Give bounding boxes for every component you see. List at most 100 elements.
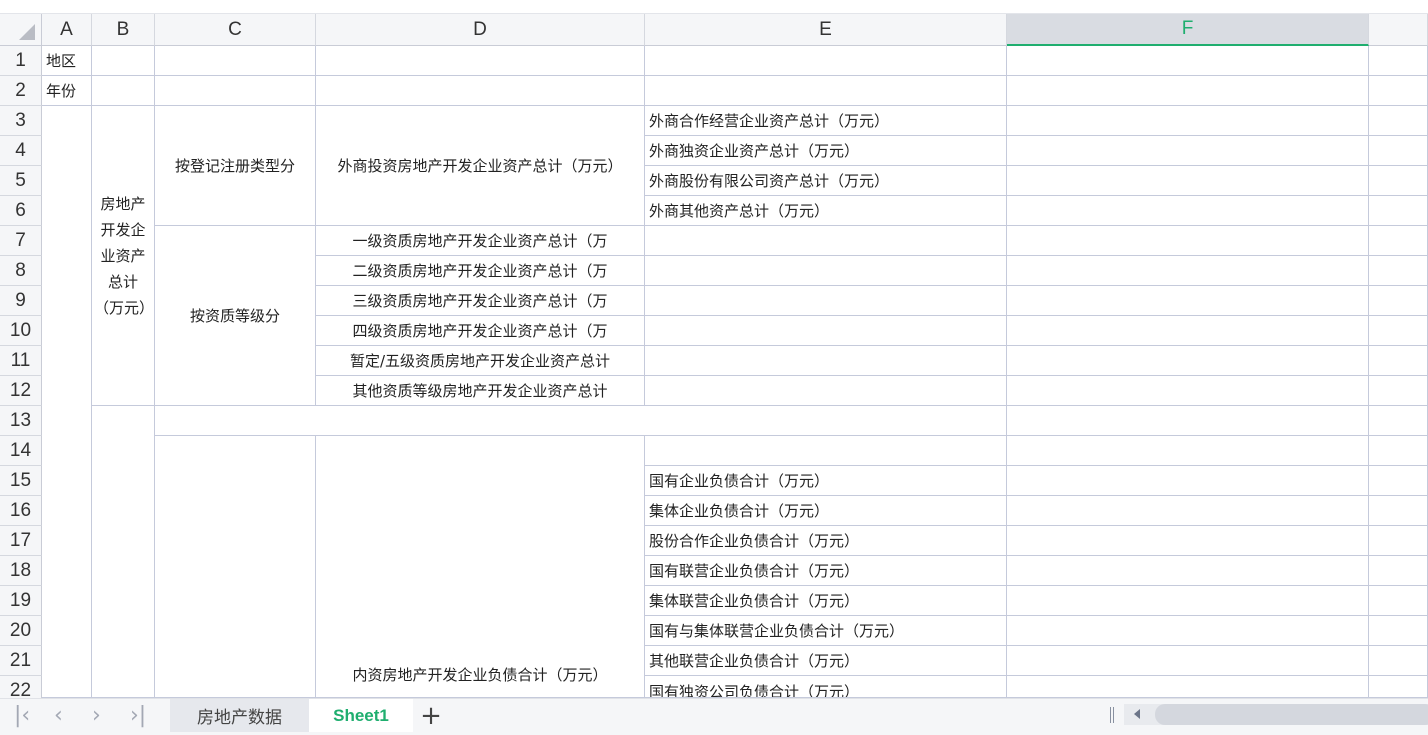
cell-f15[interactable]: [1007, 466, 1369, 496]
cell-e3[interactable]: 外商合作经营企业资产总计（万元）: [645, 106, 1007, 136]
scroll-left-icon[interactable]: [1134, 709, 1140, 719]
row-header-17[interactable]: 17: [0, 526, 42, 556]
cell-e22[interactable]: 国有独资公司负债合计（万元）: [645, 676, 1007, 698]
cell-e19[interactable]: 集体联营企业负债合计（万元）: [645, 586, 1007, 616]
row-header-7[interactable]: 7: [0, 226, 42, 256]
cell-f5[interactable]: [1007, 166, 1369, 196]
row-header-10[interactable]: 10: [0, 316, 42, 346]
cell-e14[interactable]: [645, 436, 1007, 466]
row-header-13[interactable]: 13: [0, 406, 42, 436]
cell-f19[interactable]: [1007, 586, 1369, 616]
first-sheet-icon[interactable]: |‹: [14, 703, 30, 728]
cell-e15[interactable]: 国有企业负债合计（万元）: [645, 466, 1007, 496]
cell-g19[interactable]: [1369, 586, 1428, 616]
row-header-15[interactable]: 15: [0, 466, 42, 496]
cell-f4[interactable]: [1007, 136, 1369, 166]
cell-g22[interactable]: [1369, 676, 1428, 698]
column-header-e[interactable]: E: [645, 14, 1007, 46]
cell-g21[interactable]: [1369, 646, 1428, 676]
row-header-9[interactable]: 9: [0, 286, 42, 316]
cell-e7[interactable]: [645, 226, 1007, 256]
cell-b3[interactable]: 房地产开发企业资产总计（万元）: [92, 106, 155, 406]
column-header-a[interactable]: A: [42, 14, 92, 46]
cell-f10[interactable]: [1007, 316, 1369, 346]
column-header-g[interactable]: [1369, 14, 1428, 46]
column-header-f[interactable]: F: [1007, 14, 1369, 46]
cell-e21[interactable]: 其他联营企业负债合计（万元）: [645, 646, 1007, 676]
cell-f1[interactable]: [1007, 46, 1369, 76]
cell-g15[interactable]: [1369, 466, 1428, 496]
row-header-18[interactable]: 18: [0, 556, 42, 586]
cell-g11[interactable]: [1369, 346, 1428, 376]
cell-d8[interactable]: 二级资质房地产开发企业资产总计（万: [316, 256, 645, 286]
column-header-d[interactable]: D: [316, 14, 645, 46]
cell-e6[interactable]: 外商其他资产总计（万元）: [645, 196, 1007, 226]
sheet-tab-fangdichan[interactable]: 房地产数据: [170, 699, 309, 732]
row-header-3[interactable]: 3: [0, 106, 42, 136]
cell-f13[interactable]: [1007, 406, 1369, 436]
cell-c14[interactable]: [155, 436, 316, 698]
cell-e16[interactable]: 集体企业负债合计（万元）: [645, 496, 1007, 526]
cell-d7[interactable]: 一级资质房地产开发企业资产总计（万: [316, 226, 645, 256]
row-header-8[interactable]: 8: [0, 256, 42, 286]
cell-g3[interactable]: [1369, 106, 1428, 136]
cell-b2[interactable]: [92, 76, 155, 106]
cell-g18[interactable]: [1369, 556, 1428, 586]
cell-f8[interactable]: [1007, 256, 1369, 286]
cell-e2[interactable]: [645, 76, 1007, 106]
cell-d2[interactable]: [316, 76, 645, 106]
row-header-21[interactable]: 21: [0, 646, 42, 676]
add-sheet-button[interactable]: +: [416, 699, 446, 732]
cell-e9[interactable]: [645, 286, 1007, 316]
cell-f7[interactable]: [1007, 226, 1369, 256]
cell-f11[interactable]: [1007, 346, 1369, 376]
cell-e12[interactable]: [645, 376, 1007, 406]
cell-g6[interactable]: [1369, 196, 1428, 226]
cell-g17[interactable]: [1369, 526, 1428, 556]
cell-f14[interactable]: [1007, 436, 1369, 466]
cell-e17[interactable]: 股份合作企业负债合计（万元）: [645, 526, 1007, 556]
cell-g10[interactable]: [1369, 316, 1428, 346]
cell-a2[interactable]: 年份: [42, 76, 92, 106]
cell-g12[interactable]: [1369, 376, 1428, 406]
cell-b1[interactable]: [92, 46, 155, 76]
scroll-splitter[interactable]: [1110, 707, 1114, 723]
cell-g4[interactable]: [1369, 136, 1428, 166]
cell-e8[interactable]: [645, 256, 1007, 286]
cell-e10[interactable]: [645, 316, 1007, 346]
cell-a1[interactable]: 地区: [42, 46, 92, 76]
cell-f6[interactable]: [1007, 196, 1369, 226]
cell-g16[interactable]: [1369, 496, 1428, 526]
cell-e18[interactable]: 国有联营企业负债合计（万元）: [645, 556, 1007, 586]
cell-f20[interactable]: [1007, 616, 1369, 646]
cell-g9[interactable]: [1369, 286, 1428, 316]
row-header-20[interactable]: 20: [0, 616, 42, 646]
row-header-1[interactable]: 1: [0, 46, 42, 76]
cell-e4[interactable]: 外商独资企业资产总计（万元）: [645, 136, 1007, 166]
cell-a3[interactable]: [42, 106, 92, 698]
cell-d10[interactable]: 四级资质房地产开发企业资产总计（万: [316, 316, 645, 346]
cell-b13[interactable]: [92, 406, 155, 698]
cell-d9[interactable]: 三级资质房地产开发企业资产总计（万: [316, 286, 645, 316]
cell-c7[interactable]: 按资质等级分: [155, 226, 316, 406]
cell-g5[interactable]: [1369, 166, 1428, 196]
cell-d1[interactable]: [316, 46, 645, 76]
cell-f3[interactable]: [1007, 106, 1369, 136]
sheet-tab-sheet1[interactable]: Sheet1: [309, 699, 413, 732]
cell-g2[interactable]: [1369, 76, 1428, 106]
select-all-button[interactable]: [0, 14, 42, 46]
cell-f17[interactable]: [1007, 526, 1369, 556]
cell-c13[interactable]: [155, 406, 1007, 436]
cell-g8[interactable]: [1369, 256, 1428, 286]
cell-d12[interactable]: 其他资质等级房地产开发企业资产总计: [316, 376, 645, 406]
row-header-6[interactable]: 6: [0, 196, 42, 226]
cell-f22[interactable]: [1007, 676, 1369, 698]
horizontal-scrollbar[interactable]: [1124, 704, 1428, 725]
last-sheet-icon[interactable]: ›|: [130, 703, 146, 728]
cell-f12[interactable]: [1007, 376, 1369, 406]
cell-f21[interactable]: [1007, 646, 1369, 676]
cell-f9[interactable]: [1007, 286, 1369, 316]
prev-sheet-icon[interactable]: ‹: [54, 703, 63, 728]
cell-f18[interactable]: [1007, 556, 1369, 586]
cell-g13[interactable]: [1369, 406, 1428, 436]
